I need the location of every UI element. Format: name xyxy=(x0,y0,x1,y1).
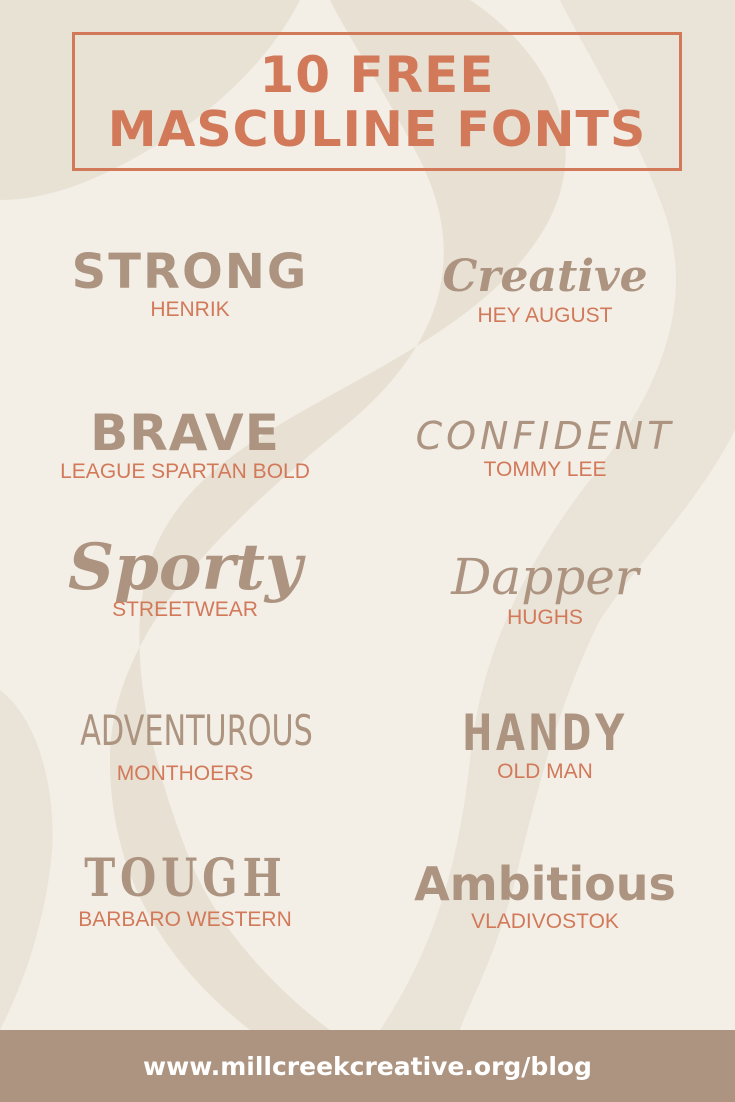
font-item-ambitious: Ambitious VLADIVOSTOK xyxy=(385,858,705,934)
font-item-tough: TOUGH BARBARO WESTERN xyxy=(30,850,340,932)
font-item-strong: STRONG HENRIK xyxy=(45,246,335,322)
font-name-barbaro-western: BARBARO WESTERN xyxy=(78,908,292,931)
font-sample-strong: STRONG xyxy=(71,244,309,300)
font-name-hughs: HUGHS xyxy=(507,606,583,629)
font-item-confident: CONFIDENT TOMMY LEE xyxy=(395,414,695,482)
font-name-old-man: OLD MAN xyxy=(497,760,593,783)
font-sample-brave: BRAVE xyxy=(90,404,280,462)
font-item-sporty: Sporty STREETWEAR xyxy=(40,532,330,622)
font-item-brave: BRAVE LEAGUE SPARTAN BOLD xyxy=(30,406,340,484)
font-sample-confident: CONFIDENT xyxy=(415,414,675,458)
title-line-1: 10 FREE xyxy=(259,45,495,104)
font-sample-handy: HANDY xyxy=(462,704,628,762)
font-item-handy: HANDY OLD MAN xyxy=(395,706,695,784)
font-sample-tough: TOUGH xyxy=(83,848,287,909)
title-box: 10 FREE MASCULINE FONTS xyxy=(72,32,682,171)
font-name-hey-august: HEY AUGUST xyxy=(477,304,613,327)
font-item-dapper: Dapper HUGHS xyxy=(395,548,695,630)
font-item-adventurous: ADVENTUROUS MONTHOERS xyxy=(35,706,335,786)
font-name-tommy-lee: TOMMY LEE xyxy=(483,458,607,481)
font-name-monthoers: MONTHOERS xyxy=(116,762,254,785)
font-name-league-spartan-bold: LEAGUE SPARTAN BOLD xyxy=(60,460,310,483)
font-sample-adventurous: ADVENTUROUS xyxy=(80,706,313,755)
title-line-2: MASCULINE FONTS xyxy=(107,100,647,158)
font-sample-dapper: Dapper xyxy=(451,548,639,606)
footer-url-link[interactable]: www.millcreekcreative.org/blog xyxy=(143,1052,592,1081)
font-sample-creative: Creative xyxy=(442,251,648,302)
font-name-henrik: HENRIK xyxy=(150,298,230,321)
font-sample-ambitious: Ambitious xyxy=(414,857,676,911)
font-item-creative: Creative HEY AUGUST xyxy=(395,250,695,328)
font-name-vladivostok: VLADIVOSTOK xyxy=(471,910,619,933)
font-sample-sporty: Sporty xyxy=(67,530,303,605)
footer-bar: www.millcreekcreative.org/blog xyxy=(0,1030,735,1102)
